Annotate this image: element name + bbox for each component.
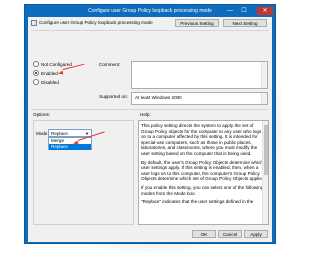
supported-on-label: Supported on: bbox=[99, 94, 128, 99]
radio-circle bbox=[33, 79, 39, 85]
options-label: Options: bbox=[33, 112, 51, 117]
supported-on-value: At least Windows 2000 bbox=[135, 95, 182, 100]
comment-scrollbar[interactable] bbox=[261, 62, 267, 88]
supported-scrollbar[interactable] bbox=[261, 93, 267, 104]
help-paragraph: This policy setting directs the system t… bbox=[141, 123, 262, 156]
ok-button[interactable]: OK bbox=[192, 230, 216, 238]
mode-option-replace[interactable]: Replace bbox=[49, 144, 91, 150]
mode-select[interactable]: Replace ▼ bbox=[48, 129, 92, 137]
comment-label: Comment: bbox=[99, 62, 121, 67]
disabled-radio[interactable]: Disabled bbox=[33, 79, 93, 86]
help-scroll-thumb[interactable] bbox=[264, 125, 268, 175]
previous-setting-button[interactable]: Previous Setting bbox=[175, 19, 219, 27]
comment-textarea[interactable] bbox=[131, 61, 268, 89]
help-panel: This policy setting directs the system t… bbox=[138, 120, 269, 225]
radio-label: Disabled bbox=[41, 80, 59, 86]
apply-button[interactable]: Apply bbox=[244, 230, 268, 238]
radio-label: Not Configured bbox=[41, 62, 72, 68]
help-label: Help: bbox=[140, 112, 151, 117]
policy-setting-icon bbox=[31, 20, 37, 26]
mode-select-value: Replace bbox=[51, 131, 68, 136]
help-scrollbar[interactable] bbox=[262, 121, 268, 224]
window-title: Configure user Group Policy loopback pro… bbox=[88, 8, 212, 14]
help-paragraph: "Replace" indicates that the user settin… bbox=[141, 199, 254, 205]
header-divider bbox=[31, 30, 269, 31]
radio-label: Enabled bbox=[41, 71, 58, 77]
middle-divider bbox=[31, 109, 269, 110]
minimize-icon[interactable]: — bbox=[225, 7, 235, 15]
options-panel: Mode Replace ▼ Merge Replace bbox=[33, 120, 134, 225]
radio-circle bbox=[33, 61, 39, 67]
help-paragraph: By default, the user's Group Policy Obje… bbox=[141, 159, 266, 182]
next-setting-button[interactable]: Next Setting bbox=[223, 19, 267, 27]
maximize-icon[interactable]: ☐ bbox=[239, 7, 249, 15]
radio-circle-selected bbox=[33, 70, 39, 76]
cancel-button[interactable]: Cancel bbox=[218, 230, 242, 238]
title-bar[interactable]: Configure user Group Policy loopback pro… bbox=[25, 5, 275, 17]
policy-name: Configure user Group Policy loopback pro… bbox=[39, 20, 153, 25]
dialog-body: Configure user Group Policy loopback pro… bbox=[28, 17, 272, 242]
supported-on-field: At least Windows 2000 bbox=[131, 92, 268, 105]
close-button[interactable]: ✕ bbox=[257, 7, 273, 15]
policy-dialog: Configure user Group Policy loopback pro… bbox=[24, 4, 276, 244]
help-paragraph: If you enable this setting, you can sele… bbox=[141, 184, 264, 196]
